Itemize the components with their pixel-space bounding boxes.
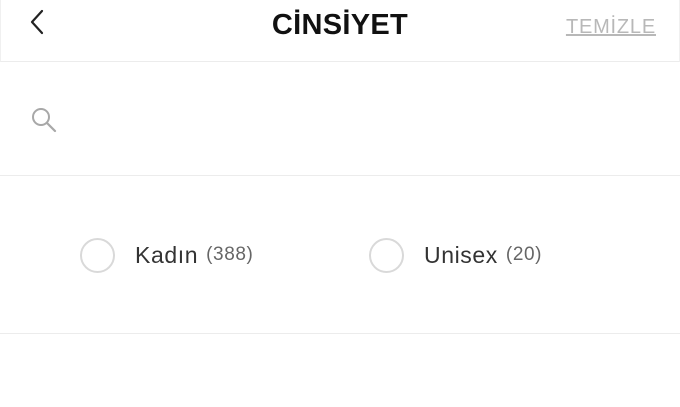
search-bar	[0, 63, 680, 176]
option-list: Kadın (388) Unisex (20)	[0, 177, 680, 334]
header: CİNSİYET TEMİZLE	[0, 0, 680, 62]
option-label: Kadın	[135, 241, 199, 268]
search-input[interactable]	[72, 99, 652, 141]
gender-filter-screen: CİNSİYET TEMİZLE Kadın (388) Unisex (20)	[0, 0, 680, 407]
radio-button[interactable]	[369, 237, 404, 273]
option-label: Unisex	[424, 241, 498, 268]
option-kadin[interactable]: Kadın (388)	[80, 237, 253, 273]
clear-button[interactable]: TEMİZLE	[566, 15, 656, 39]
option-count: (20)	[505, 244, 543, 265]
option-unisex[interactable]: Unisex (20)	[369, 237, 542, 273]
option-count: (388)	[206, 244, 254, 265]
search-icon	[32, 108, 57, 133]
radio-button[interactable]	[80, 237, 115, 273]
